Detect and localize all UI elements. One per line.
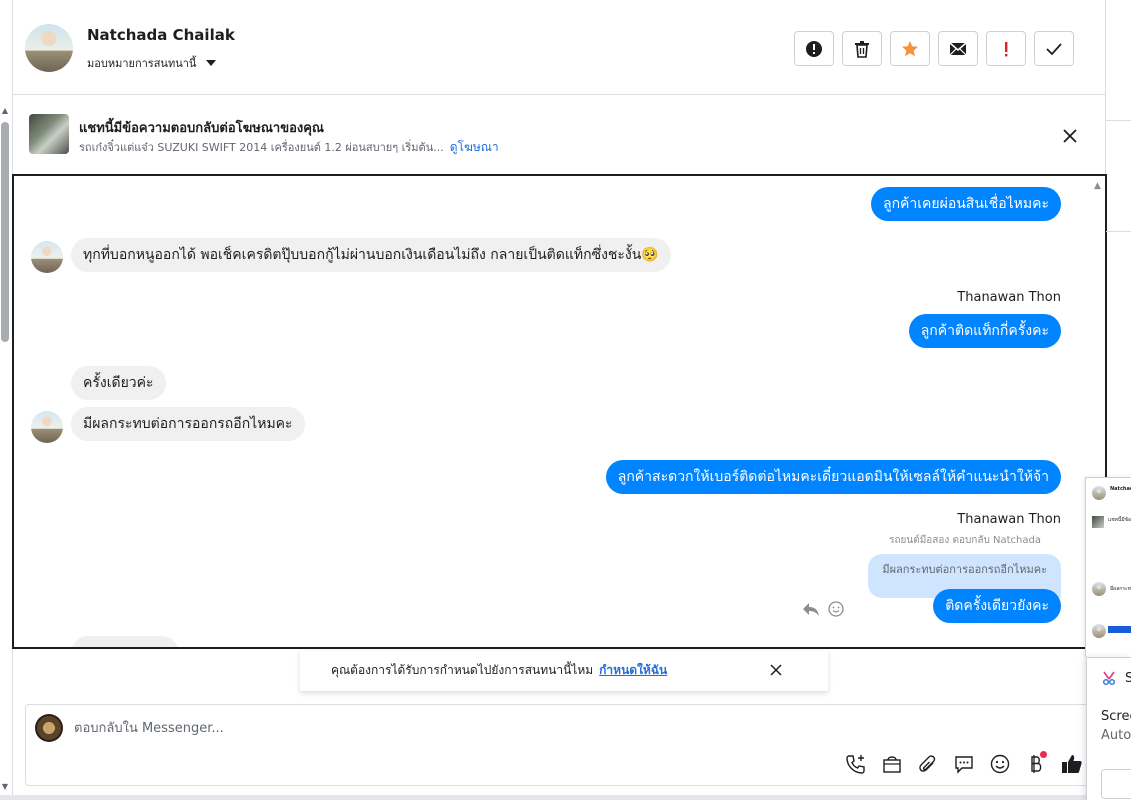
mini-contact-name: Natchada Chailak [1110, 486, 1131, 492]
assign-prompt-text: คุณต้องการได้รับการกำหนดไปยังการสนทนานี้… [331, 661, 667, 680]
ad-thumbnail[interactable] [29, 114, 69, 154]
sender-name: Thanawan Thon [957, 512, 1061, 527]
mini-ad-title: แชทนี้มีข้อความตอบกลับต่อโฆษณาของคุณ [1108, 517, 1131, 523]
mini-ad-thumbnail [1092, 516, 1104, 528]
ad-banner-title: แชทนี้มีข้อความตอบกลับต่อโฆษณาของคุณ [79, 121, 324, 136]
message-outgoing[interactable]: ลูกค้าสะดวกให้เบอร์ติดต่อไหมคะเดี๋ยวแอดม… [605, 460, 1061, 494]
contact-name[interactable]: Natchada Chailak [87, 26, 235, 44]
close-banner-button[interactable] [1060, 126, 1080, 146]
snip-tool-icon [1102, 671, 1116, 686]
mark-done-button[interactable] [1034, 31, 1074, 66]
call-button[interactable] [843, 751, 868, 776]
emoji-button[interactable] [987, 751, 1012, 776]
mini-avatar [1092, 624, 1106, 638]
phone-plus-icon [845, 754, 865, 774]
mini-highlight [1108, 626, 1131, 633]
ad-reply-banner: แชทนี้มีข้อความตอบกลับต่อโฆษณาของคุณ รถเ… [13, 96, 1105, 174]
reply-context-note: รถยนต์มือสอง ตอบกลับ Natchada [889, 535, 1041, 546]
message-outgoing[interactable]: ติดครั้งเดียวยังคะ [933, 589, 1061, 623]
message-incoming[interactable]: มีผลกระทบต่อการออกรถอีกไหมคะ [71, 407, 305, 441]
reply-icon[interactable] [802, 601, 820, 617]
sender-avatar [31, 241, 63, 273]
screenshot-toast[interactable]: S Scree Auto [1086, 657, 1131, 800]
mark-unread-button[interactable] [938, 31, 978, 66]
assign-conversation-dropdown[interactable]: มอบหมายการสนทนานี้ [87, 54, 217, 72]
toast-title: Scree [1101, 709, 1131, 724]
side-divider [1106, 120, 1131, 121]
scroll-up-arrow-icon[interactable]: ▲ [0, 106, 10, 116]
close-prompt-button[interactable] [768, 662, 784, 678]
thumbs-up-icon [1061, 754, 1082, 773]
paperclip-icon [918, 754, 935, 772]
emoji-icon [990, 754, 1009, 773]
app-window: ▲ ▼ Natchada Chailak มอบหมายการสนทนานี้ [0, 0, 1131, 800]
attach-button[interactable] [915, 751, 940, 776]
star-icon [902, 40, 918, 56]
payment-button[interactable] [1023, 751, 1048, 776]
frame-bottom-bar [0, 795, 1131, 800]
mini-avatar [1092, 486, 1106, 500]
message-incoming[interactable]: ครั้งเดียวค่ะ [71, 366, 166, 400]
follow-up-button[interactable] [986, 31, 1026, 66]
saved-replies-button[interactable] [951, 751, 976, 776]
header-actions [794, 31, 1074, 66]
close-icon [1063, 129, 1077, 143]
alert-icon [806, 40, 822, 57]
side-divider [1106, 231, 1131, 232]
sender-name: Thanawan Thon [957, 290, 1061, 305]
toast-action-button[interactable] [1101, 769, 1131, 799]
notification-dot [1040, 751, 1047, 758]
message-outgoing[interactable]: ลูกค้าติดแท็กกี่ครั้งคะ [908, 314, 1061, 348]
exclamation-icon [1005, 41, 1008, 56]
assign-prompt-question: คุณต้องการได้รับการกำหนดไปยังการสนทนานี้… [331, 663, 594, 677]
scrollbar-thumb[interactable] [1, 122, 9, 342]
shop-button[interactable] [879, 751, 904, 776]
chat-preview-window[interactable]: Natchada Chailak แชทนี้มีข้อความตอบกลับต… [1085, 477, 1131, 657]
caret-down-icon [206, 60, 217, 66]
thread-scroll-up-icon[interactable]: ▲ [1094, 181, 1104, 191]
contact-avatar[interactable] [25, 24, 73, 72]
toast-app-name: S [1125, 671, 1131, 686]
shopping-bag-icon [882, 755, 901, 773]
conversation-header: Natchada Chailak มอบหมายการสนทนานี้ [13, 0, 1105, 95]
trash-icon [855, 40, 869, 58]
like-button[interactable] [1059, 751, 1084, 776]
message-hover-actions [802, 601, 844, 617]
message-thread[interactable]: ▲ ลูกค้าเคยผ่อนสินเชื่อไหมคะ ทุกที่บอกหน… [12, 174, 1107, 649]
ad-description: รถเก๋งจิ๋วแต่แจ๋ว SUZUKI SWIFT 2014 เครื… [79, 141, 444, 154]
check-icon [1046, 42, 1062, 55]
delete-button[interactable] [842, 31, 882, 66]
assign-prompt: คุณต้องการได้รับการกำหนดไปยังการสนทนานี้… [300, 651, 828, 691]
message-composer [25, 704, 1095, 786]
page-avatar [35, 714, 63, 742]
chat-bubble-icon [954, 755, 973, 774]
toast-subtitle: Auto [1101, 728, 1131, 743]
sender-avatar [31, 411, 63, 443]
mark-spam-button[interactable] [794, 31, 834, 66]
envelope-icon [949, 41, 967, 55]
mini-message: มีผลกระทบต่อการออกรถอีกไหมคะ [1110, 586, 1131, 592]
star-button[interactable] [890, 31, 930, 66]
close-icon [770, 664, 782, 676]
assign-to-me-link[interactable]: กำหนดให้ฉัน [599, 663, 667, 677]
message-incoming-partial[interactable] [71, 636, 179, 647]
view-ad-link[interactable]: ดูโฆษณา [450, 140, 499, 154]
assign-label: มอบหมายการสนทนานี้ [87, 57, 197, 70]
reply-input[interactable] [74, 718, 974, 738]
message-incoming[interactable]: ทุกที่บอกหนูออกได้ พอเช็คเครดิตปุ๊บบอกกู… [71, 238, 671, 272]
emoji-reaction-icon[interactable] [828, 601, 844, 617]
scroll-down-arrow-icon[interactable]: ▼ [0, 782, 10, 792]
ad-banner-subtitle: รถเก๋งจิ๋วแต่แจ๋ว SUZUKI SWIFT 2014 เครื… [79, 138, 499, 157]
composer-toolbar [843, 751, 1084, 776]
mini-avatar [1092, 582, 1106, 596]
message-outgoing[interactable]: ลูกค้าเคยผ่อนสินเชื่อไหมคะ [870, 187, 1061, 221]
